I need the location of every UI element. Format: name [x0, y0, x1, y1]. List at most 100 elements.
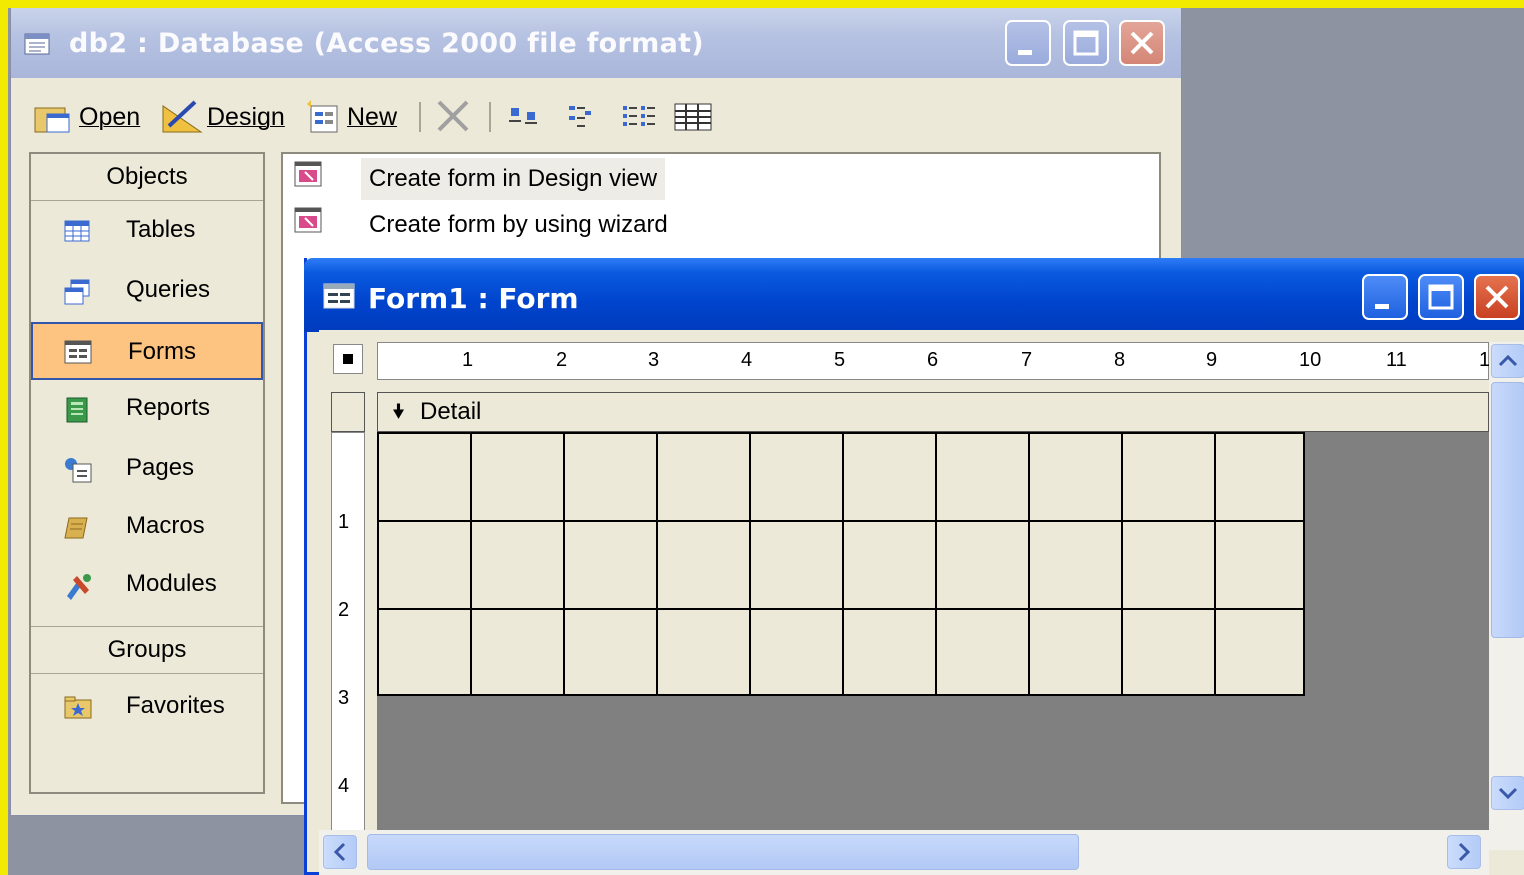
object-label-forms: Forms	[128, 338, 196, 365]
form-close-button[interactable]	[1474, 274, 1520, 320]
minimize-icon	[1018, 50, 1032, 55]
minimize-icon	[1375, 304, 1389, 309]
object-label-macros: Macros	[126, 512, 205, 539]
ruler-label: 4	[338, 775, 350, 797]
ruler-label: 9	[1206, 349, 1218, 371]
page-icon	[65, 458, 92, 483]
object-label-modules: Modules	[126, 570, 217, 597]
ruler-label: 11	[1386, 349, 1407, 371]
vertical-scrollbar[interactable]	[1489, 342, 1524, 850]
scroll-right-button[interactable]	[1447, 835, 1481, 869]
objects-bar: Objects Tables Queries Forms Reports Pag…	[29, 152, 265, 794]
large-icons-icon	[509, 108, 537, 124]
objects-header[interactable]: Objects	[31, 154, 263, 201]
close-icon	[1130, 31, 1154, 55]
ruler-label: 10	[1299, 349, 1322, 371]
small-icons-button[interactable]	[565, 100, 601, 134]
object-label-reports: Reports	[126, 394, 211, 421]
object-item-modules[interactable]: Modules	[33, 558, 261, 614]
object-item-tables[interactable]: Tables	[33, 204, 261, 260]
report-icon	[66, 397, 88, 423]
details-view-icon	[674, 103, 712, 131]
query-icon	[64, 279, 90, 305]
open-folder-icon	[34, 107, 70, 133]
object-label-pages: Pages	[126, 454, 195, 481]
vertical-ruler: 1 2 3 4	[331, 432, 365, 852]
form-wizard-icon	[294, 207, 322, 233]
large-icons-button[interactable]	[507, 100, 543, 134]
groups-header[interactable]: Groups	[31, 626, 263, 674]
ruler-label: 1	[338, 511, 350, 533]
new-form-icon	[307, 100, 338, 133]
design-label: Design	[207, 103, 285, 131]
vertical-scroll-thumb[interactable]	[1491, 382, 1524, 638]
form-icon	[64, 340, 92, 364]
form-selector[interactable]	[333, 344, 363, 374]
horizontal-scroll-thumb[interactable]	[367, 834, 1079, 870]
ruler-label: 5	[834, 349, 846, 371]
object-item-forms[interactable]: Forms	[31, 322, 263, 380]
list-item-design-view[interactable]: Create form in Design view	[361, 158, 666, 200]
detail-section-bar[interactable]: 🠟 Detail	[377, 392, 1489, 432]
detail-arrow-icon: 🠟	[392, 401, 406, 423]
frame-left	[0, 0, 8, 875]
list-view-button[interactable]	[619, 100, 659, 134]
form-minimize-button[interactable]	[1362, 274, 1408, 320]
detail-section-grid[interactable]	[377, 432, 1305, 696]
form-wizard-icon	[294, 161, 322, 187]
table-icon	[64, 220, 90, 242]
new-label: New	[347, 103, 398, 131]
object-item-macros[interactable]: Macros	[33, 500, 261, 556]
database-toolbar: Open Design New	[11, 80, 1181, 150]
list-view-icon	[623, 106, 655, 126]
toolbar-separator	[489, 102, 491, 132]
horizontal-ruler: 1 2 3 4 5 6 7 8 9 10 11 1	[377, 342, 1490, 380]
chevron-right-icon	[1458, 842, 1471, 862]
small-icons-icon	[569, 106, 591, 127]
horizontal-scrollbar[interactable]	[319, 830, 1489, 875]
macro-icon	[64, 517, 88, 539]
ruler-label: 1	[462, 349, 474, 371]
list-item-wizard[interactable]: Create form by using wizard	[361, 204, 676, 246]
ruler-label: 6	[927, 349, 939, 371]
ruler-label: 8	[1114, 349, 1126, 371]
form-title-bar[interactable]: Form1 : Form	[304, 258, 1524, 332]
scroll-up-button[interactable]	[1491, 344, 1524, 378]
chevron-up-icon	[1498, 354, 1518, 367]
database-title-bar[interactable]: db2 : Database (Access 2000 file format)	[11, 8, 1181, 78]
scroll-down-button[interactable]	[1491, 776, 1524, 810]
form-window-title: Form1 : Form	[368, 282, 579, 315]
object-label-queries: Queries	[126, 276, 211, 303]
details-view-button[interactable]	[673, 100, 713, 134]
maximize-icon	[1428, 284, 1454, 310]
scroll-left-button[interactable]	[323, 835, 357, 869]
db-minimize-button[interactable]	[1005, 20, 1051, 66]
object-item-queries[interactable]: Queries	[33, 264, 261, 320]
form-window-icon	[323, 283, 355, 309]
chevron-left-icon	[333, 842, 346, 862]
section-selector[interactable]	[331, 392, 365, 432]
db-close-button[interactable]	[1119, 20, 1165, 66]
frame-top	[0, 0, 1524, 8]
maximize-icon	[1073, 30, 1099, 56]
detail-section-label: Detail	[420, 398, 482, 425]
group-item-favorites[interactable]: Favorites	[33, 680, 261, 736]
form-design-window: Form1 : Form 1 2 3 4 5 6 7 8 9 10 11 1 🠟…	[304, 258, 1524, 875]
ruler-label: 3	[338, 687, 350, 709]
ruler-label: 4	[741, 349, 753, 371]
form-design-area: 1 2 3 4 5 6 7 8 9 10 11 1 🠟 Detail 1 2 3…	[319, 330, 1524, 875]
database-window-title: db2 : Database (Access 2000 file format)	[69, 28, 704, 59]
design-icon	[162, 100, 203, 133]
favorites-folder-icon	[64, 696, 92, 719]
group-label-favorites: Favorites	[126, 692, 225, 719]
db-maximize-button[interactable]	[1063, 20, 1109, 66]
delete-icon	[437, 100, 469, 132]
module-icon	[67, 574, 91, 600]
object-item-reports[interactable]: Reports	[33, 382, 261, 438]
object-item-pages[interactable]: Pages	[33, 442, 261, 498]
design-canvas[interactable]	[377, 432, 1489, 852]
form-maximize-button[interactable]	[1418, 274, 1464, 320]
close-icon	[1485, 285, 1509, 309]
chevron-down-icon	[1498, 787, 1518, 800]
delete-button[interactable]	[435, 98, 471, 134]
